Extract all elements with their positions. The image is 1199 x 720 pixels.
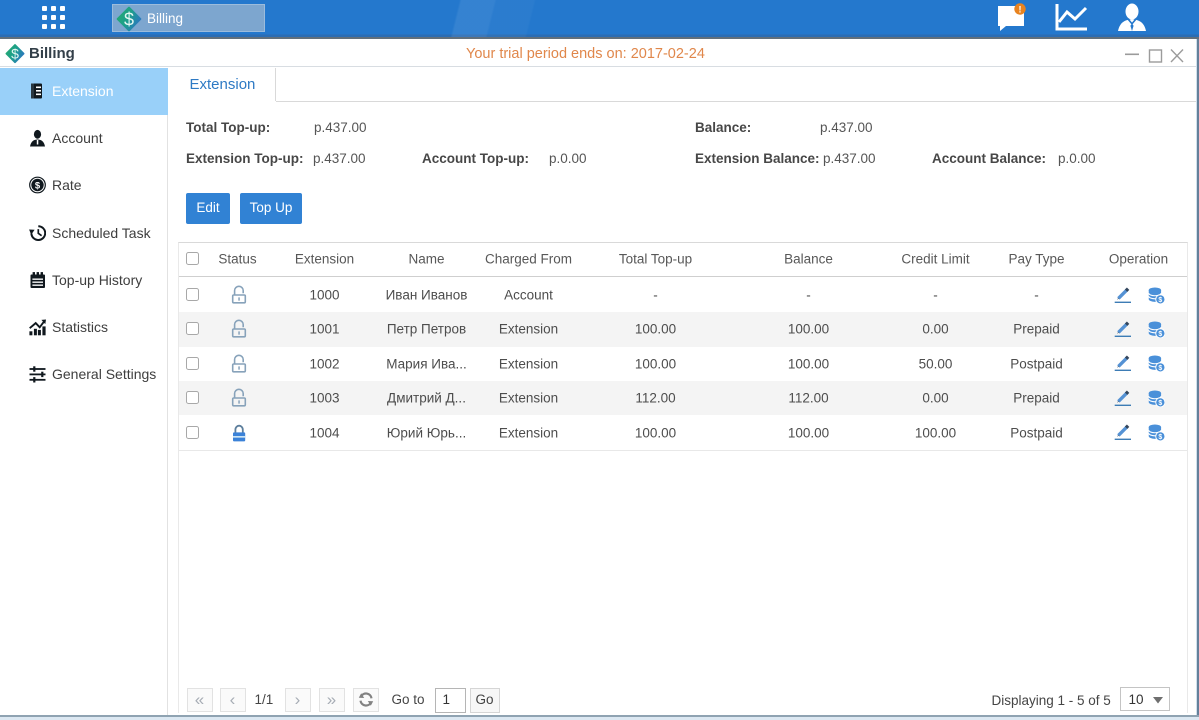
svg-text:$: $ — [1158, 296, 1162, 303]
svg-text:!: ! — [1019, 5, 1022, 15]
svg-text:$: $ — [1158, 365, 1162, 372]
svg-text:$: $ — [1158, 434, 1162, 441]
svg-text:$: $ — [1158, 400, 1162, 407]
svg-text:$: $ — [1158, 331, 1162, 338]
svg-text:$: $ — [124, 10, 134, 30]
svg-text:$: $ — [11, 45, 19, 61]
svg-text:$: $ — [35, 181, 41, 192]
